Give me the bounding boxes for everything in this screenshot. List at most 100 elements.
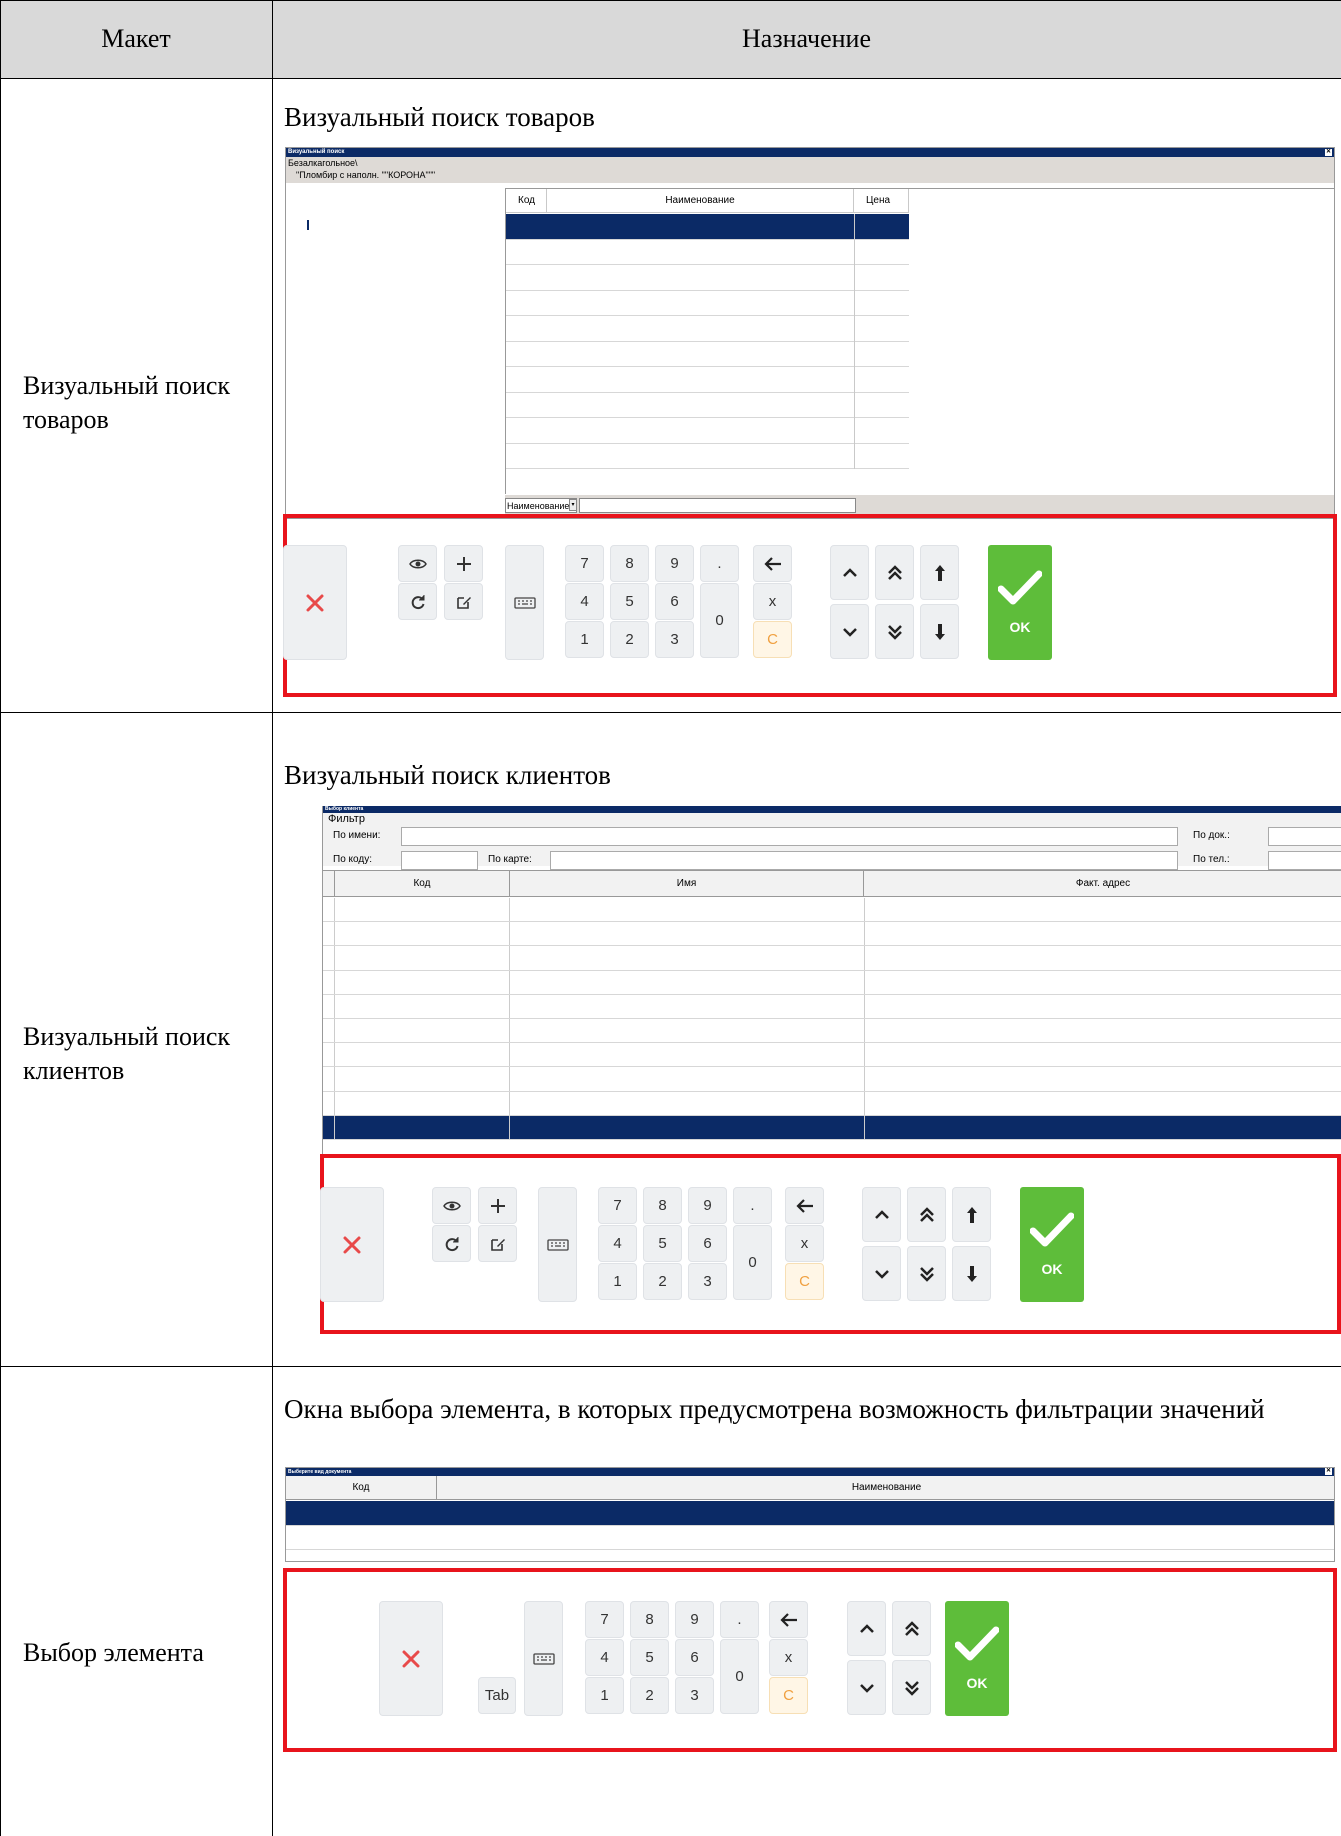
keyboard-button[interactable] — [538, 1187, 577, 1302]
add-button[interactable] — [444, 545, 483, 582]
multiply-button[interactable]: x — [769, 1639, 808, 1676]
table-row[interactable] — [323, 970, 1341, 995]
table-row[interactable] — [506, 240, 909, 265]
table-row[interactable] — [506, 316, 909, 342]
table-row[interactable] — [323, 1115, 1341, 1140]
digit-7-button[interactable]: 7 — [565, 545, 604, 582]
add-button[interactable] — [478, 1187, 517, 1224]
zero-button[interactable]: 0 — [733, 1225, 772, 1300]
digit-3-button[interactable]: 3 — [688, 1263, 727, 1300]
table-row[interactable] — [323, 898, 1341, 923]
tree-item[interactable] — [289, 184, 297, 195]
ok-button[interactable]: OK — [945, 1601, 1009, 1716]
digit-4-button[interactable]: 4 — [585, 1639, 624, 1676]
page-up-button[interactable] — [892, 1601, 931, 1656]
digit-8-button[interactable]: 8 — [630, 1601, 669, 1638]
digit-7-button[interactable]: 7 — [598, 1187, 637, 1224]
edit-button[interactable] — [444, 583, 483, 620]
digit-9-button[interactable]: 9 — [688, 1187, 727, 1224]
digit-2-button[interactable]: 2 — [610, 621, 649, 658]
table-row[interactable] — [506, 393, 909, 418]
by-phone-input[interactable] — [1268, 851, 1341, 870]
cancel-button[interactable] — [283, 545, 347, 660]
tree-item[interactable] — [299, 208, 307, 219]
go-first-button[interactable] — [952, 1187, 991, 1242]
table-row[interactable] — [323, 946, 1341, 971]
table-row[interactable] — [323, 1091, 1341, 1116]
digit-4-button[interactable]: 4 — [565, 583, 604, 620]
scroll-down-button[interactable] — [862, 1246, 901, 1301]
clear-button[interactable]: C — [753, 621, 792, 658]
scroll-up-button[interactable] — [830, 545, 869, 600]
digit-6-button[interactable]: 6 — [675, 1639, 714, 1676]
table-row[interactable] — [286, 1501, 1334, 1526]
digit-9-button[interactable]: 9 — [655, 545, 694, 582]
backspace-button[interactable] — [785, 1187, 824, 1224]
digit-5-button[interactable]: 5 — [643, 1225, 682, 1262]
digit-8-button[interactable]: 8 — [610, 545, 649, 582]
by-doc-input[interactable] — [1268, 827, 1341, 846]
view-button[interactable] — [398, 545, 437, 582]
digit-1-button[interactable]: 1 — [565, 621, 604, 658]
dot-button[interactable]: . — [720, 1601, 759, 1638]
go-first-button[interactable] — [920, 545, 959, 600]
table-row[interactable] — [506, 291, 909, 316]
view-button[interactable] — [432, 1187, 471, 1224]
digit-4-button[interactable]: 4 — [598, 1225, 637, 1262]
digit-3-button[interactable]: 3 — [655, 621, 694, 658]
zero-button[interactable]: 0 — [700, 583, 739, 658]
table-row[interactable] — [506, 367, 909, 393]
digit-5-button[interactable]: 5 — [610, 583, 649, 620]
dot-button[interactable]: . — [700, 545, 739, 582]
multiply-button[interactable]: x — [785, 1225, 824, 1262]
goods-filter-select[interactable]: Наименование — [505, 498, 577, 513]
digit-9-button[interactable]: 9 — [675, 1601, 714, 1638]
digit-2-button[interactable]: 2 — [630, 1677, 669, 1714]
table-row[interactable] — [286, 1526, 1334, 1550]
table-row[interactable] — [506, 418, 909, 444]
page-down-button[interactable] — [875, 604, 914, 659]
scroll-down-button[interactable] — [830, 604, 869, 659]
table-row[interactable] — [506, 342, 909, 367]
multiply-button[interactable]: x — [753, 583, 792, 620]
page-down-button[interactable] — [907, 1246, 946, 1301]
clear-button[interactable]: C — [785, 1263, 824, 1300]
tree-item[interactable] — [299, 244, 307, 255]
zero-button[interactable]: 0 — [720, 1639, 759, 1714]
cancel-button[interactable] — [320, 1187, 384, 1302]
edit-button[interactable] — [478, 1225, 517, 1262]
chevron-down-icon[interactable]: ▾ — [569, 499, 577, 511]
table-row[interactable] — [286, 1550, 1334, 1561]
cancel-button[interactable] — [379, 1601, 443, 1716]
table-row[interactable] — [323, 922, 1341, 947]
ok-button[interactable]: OK — [1020, 1187, 1084, 1302]
tree-item[interactable] — [299, 196, 307, 207]
digit-1-button[interactable]: 1 — [598, 1263, 637, 1300]
page-up-button[interactable] — [907, 1187, 946, 1242]
table-row[interactable] — [323, 1067, 1341, 1092]
close-icon[interactable]: ✕ — [1325, 1468, 1332, 1475]
scroll-up-button[interactable] — [862, 1187, 901, 1242]
by-code-input[interactable] — [401, 851, 478, 870]
digit-6-button[interactable]: 6 — [688, 1225, 727, 1262]
digit-3-button[interactable]: 3 — [675, 1677, 714, 1714]
digit-2-button[interactable]: 2 — [643, 1263, 682, 1300]
digit-5-button[interactable]: 5 — [630, 1639, 669, 1676]
tree-item[interactable] — [299, 220, 309, 231]
close-icon[interactable]: ✕ — [1325, 149, 1332, 156]
go-last-button[interactable] — [920, 604, 959, 659]
refresh-button[interactable] — [432, 1225, 471, 1262]
page-down-button[interactable] — [892, 1660, 931, 1715]
keyboard-button[interactable] — [505, 545, 544, 660]
digit-7-button[interactable]: 7 — [585, 1601, 624, 1638]
backspace-button[interactable] — [769, 1601, 808, 1638]
clear-button[interactable]: C — [769, 1677, 808, 1714]
ok-button[interactable]: OK — [988, 545, 1052, 660]
refresh-button[interactable] — [398, 583, 437, 620]
by-name-input[interactable] — [401, 827, 1178, 846]
table-row[interactable] — [506, 214, 909, 240]
tab-button[interactable]: Tab — [478, 1677, 516, 1714]
table-row[interactable] — [323, 1043, 1341, 1068]
digit-6-button[interactable]: 6 — [655, 583, 694, 620]
by-card-input[interactable] — [550, 851, 1178, 870]
